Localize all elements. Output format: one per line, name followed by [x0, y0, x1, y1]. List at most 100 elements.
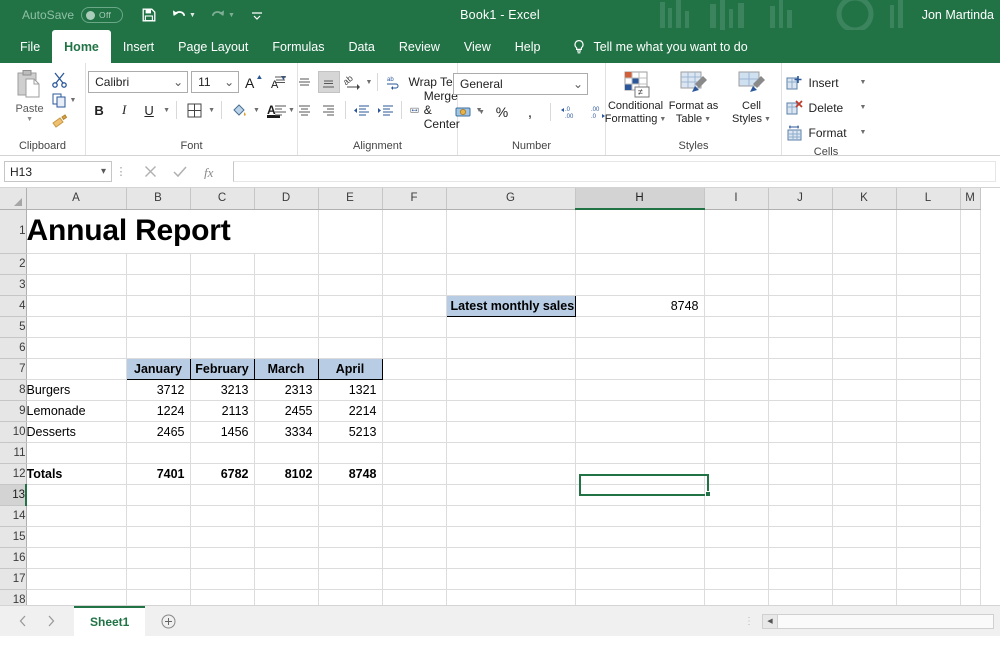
chevron-down-icon[interactable]: ▾ — [101, 166, 106, 177]
cell-M13[interactable] — [960, 484, 981, 506]
cell-F8[interactable] — [382, 379, 447, 401]
formula-input[interactable] — [233, 161, 996, 182]
cell-H9[interactable] — [575, 400, 705, 422]
cell-G1[interactable] — [446, 209, 576, 254]
cell-I16[interactable] — [704, 547, 769, 569]
previous-sheet-icon[interactable] — [18, 615, 28, 627]
cell-A17[interactable] — [26, 568, 127, 590]
column-header-L[interactable]: L — [896, 188, 961, 210]
tab-review[interactable]: Review — [387, 30, 452, 63]
cell-E14[interactable] — [318, 505, 383, 527]
cell-D11[interactable] — [254, 442, 319, 464]
cell-F15[interactable] — [382, 526, 447, 548]
cell-L10[interactable] — [896, 421, 961, 443]
cell-L16[interactable] — [896, 547, 961, 569]
cell-C6[interactable] — [190, 337, 255, 359]
cell-E9[interactable]: 2214 — [318, 400, 383, 422]
cell-B6[interactable] — [126, 337, 191, 359]
cell-F1[interactable] — [382, 209, 447, 254]
cell-B11[interactable] — [126, 442, 191, 464]
copy-button[interactable]: ▼ — [51, 92, 76, 109]
bold-button[interactable]: B — [88, 99, 110, 121]
cell-D10[interactable]: 3334 — [254, 421, 319, 443]
cell-L14[interactable] — [896, 505, 961, 527]
increase-decimal-button[interactable]: .0 .00 — [560, 101, 582, 123]
cell-A15[interactable] — [26, 526, 127, 548]
cell-J12[interactable] — [768, 463, 833, 485]
scroll-left-button[interactable]: ◀ — [763, 614, 778, 628]
row-header-6[interactable]: 6 — [0, 337, 27, 359]
row-header-9[interactable]: 9 — [0, 400, 27, 422]
next-sheet-icon[interactable] — [46, 615, 56, 627]
cell-H4[interactable]: 8748 — [575, 295, 705, 317]
cell-I13[interactable] — [704, 484, 769, 506]
cell-F6[interactable] — [382, 337, 447, 359]
column-header-M[interactable]: M — [960, 188, 981, 210]
cell-J11[interactable] — [768, 442, 833, 464]
cell-B18[interactable] — [126, 589, 191, 605]
cell-A11[interactable] — [26, 442, 127, 464]
cell-K7[interactable] — [832, 358, 897, 380]
cell-G17[interactable] — [446, 568, 576, 590]
cell-A9[interactable]: Lemonade — [26, 400, 127, 422]
cell-D6[interactable] — [254, 337, 319, 359]
align-right-button[interactable] — [318, 99, 340, 121]
cell-A14[interactable] — [26, 505, 127, 527]
column-header-B[interactable]: B — [126, 188, 191, 210]
cell-D8[interactable]: 2313 — [254, 379, 319, 401]
fill-color-dropdown-caret[interactable]: ▼ — [253, 107, 260, 114]
paste-button[interactable]: Paste ▼ — [9, 67, 51, 123]
row-header-12[interactable]: 12 — [0, 463, 27, 485]
cell-I3[interactable] — [704, 274, 769, 296]
cell-H6[interactable] — [575, 337, 705, 359]
cell-J7[interactable] — [768, 358, 833, 380]
tab-insert[interactable]: Insert — [111, 30, 166, 63]
cell-D9[interactable]: 2455 — [254, 400, 319, 422]
column-header-F[interactable]: F — [382, 188, 447, 210]
cell-H3[interactable] — [575, 274, 705, 296]
cell-D17[interactable] — [254, 568, 319, 590]
cell-B3[interactable] — [126, 274, 191, 296]
tab-view[interactable]: View — [452, 30, 503, 63]
orientation-dropdown-caret[interactable]: ▼ — [366, 79, 373, 86]
column-header-I[interactable]: I — [704, 188, 769, 210]
center-align-button[interactable] — [294, 99, 316, 121]
cell-C2[interactable] — [190, 253, 255, 275]
cell-D14[interactable] — [254, 505, 319, 527]
cell-A4[interactable] — [26, 295, 127, 317]
cell-M18[interactable] — [960, 589, 981, 605]
cell-E12[interactable]: 8748 — [318, 463, 383, 485]
cell-C17[interactable] — [190, 568, 255, 590]
cell-D13[interactable] — [254, 484, 319, 506]
cell-B15[interactable] — [126, 526, 191, 548]
cell-K17[interactable] — [832, 568, 897, 590]
cell-J6[interactable] — [768, 337, 833, 359]
cell-M11[interactable] — [960, 442, 981, 464]
cell-F2[interactable] — [382, 253, 447, 275]
name-box[interactable]: H13 ▾ — [4, 161, 112, 182]
cell-A13[interactable] — [26, 484, 127, 506]
cell-A1[interactable]: Annual Report — [26, 209, 254, 254]
cell-C15[interactable] — [190, 526, 255, 548]
cell-I7[interactable] — [704, 358, 769, 380]
cell-B4[interactable] — [126, 295, 191, 317]
cell-G3[interactable] — [446, 274, 576, 296]
format-painter-button[interactable] — [51, 113, 77, 130]
cell-M5[interactable] — [960, 316, 981, 338]
cell-M17[interactable] — [960, 568, 981, 590]
cell-K4[interactable] — [832, 295, 897, 317]
cell-A18[interactable] — [26, 589, 127, 605]
cell-H7[interactable] — [575, 358, 705, 380]
cell-K12[interactable] — [832, 463, 897, 485]
row-header-10[interactable]: 10 — [0, 421, 27, 443]
cell-J18[interactable] — [768, 589, 833, 605]
cell-D12[interactable]: 8102 — [254, 463, 319, 485]
cell-B2[interactable] — [126, 253, 191, 275]
cell-J1[interactable] — [768, 209, 833, 254]
cell-H2[interactable] — [575, 253, 705, 275]
row-header-13[interactable]: 13 — [0, 484, 27, 506]
cell-M14[interactable] — [960, 505, 981, 527]
italic-button[interactable]: I — [113, 99, 135, 121]
cell-F11[interactable] — [382, 442, 447, 464]
cancel-icon[interactable] — [144, 165, 157, 178]
